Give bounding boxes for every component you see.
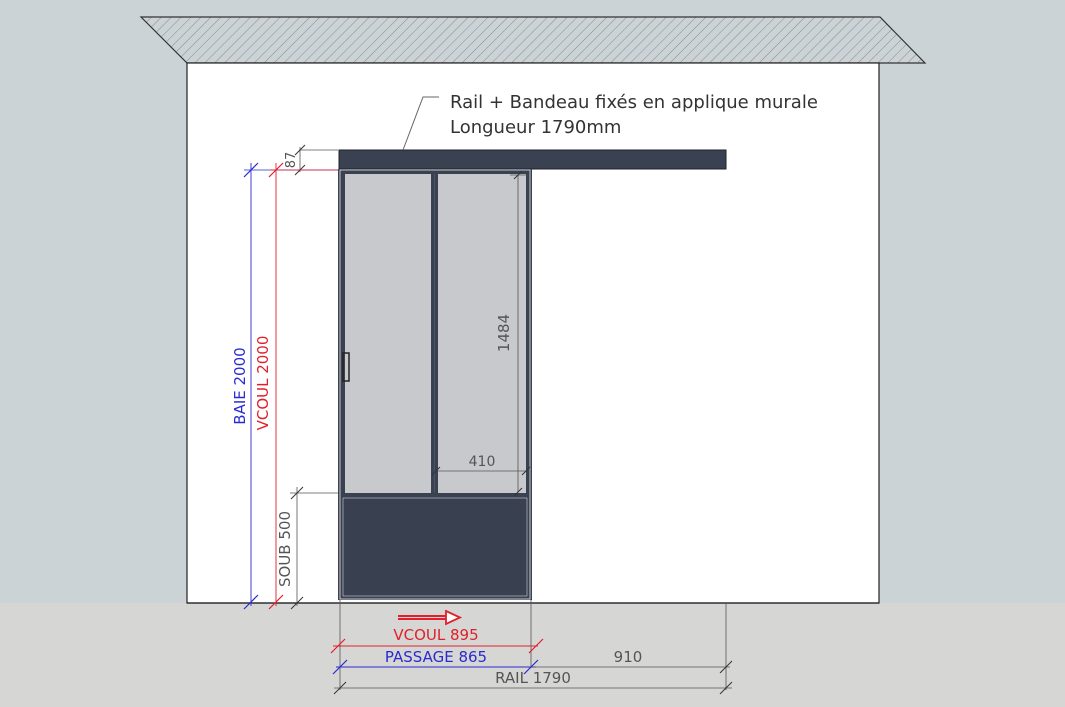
dim-rail-label: RAIL 1790	[495, 669, 571, 687]
ceiling-slab	[139, 16, 927, 64]
sliding-door-elevation-diagram: Rail + Bandeau fixés en applique murale …	[0, 0, 1065, 707]
dim-410-label: 410	[469, 454, 496, 470]
dim-vcoul-h-label: VCOUL 2000	[254, 336, 272, 431]
glass-pane-left	[345, 174, 431, 493]
floor	[0, 603, 1065, 707]
dim-910-label: 910	[614, 648, 643, 666]
annotation-line-1: Rail + Bandeau fixés en applique murale	[450, 92, 818, 113]
dim-vcoul-w-label: VCOUL 895	[393, 626, 478, 644]
annotation-line-2: Longueur 1790mm	[450, 117, 621, 138]
dim-passage-label: PASSAGE 865	[385, 648, 487, 666]
dim-baie-label: BAIE 2000	[231, 347, 249, 424]
rail-bandeau	[338, 149, 727, 170]
dim-soub-label: SOUB 500	[276, 511, 294, 587]
dim-87-label: 87	[284, 152, 299, 169]
dim-1484-label: 1484	[495, 314, 513, 352]
bottom-panel	[342, 497, 528, 597]
